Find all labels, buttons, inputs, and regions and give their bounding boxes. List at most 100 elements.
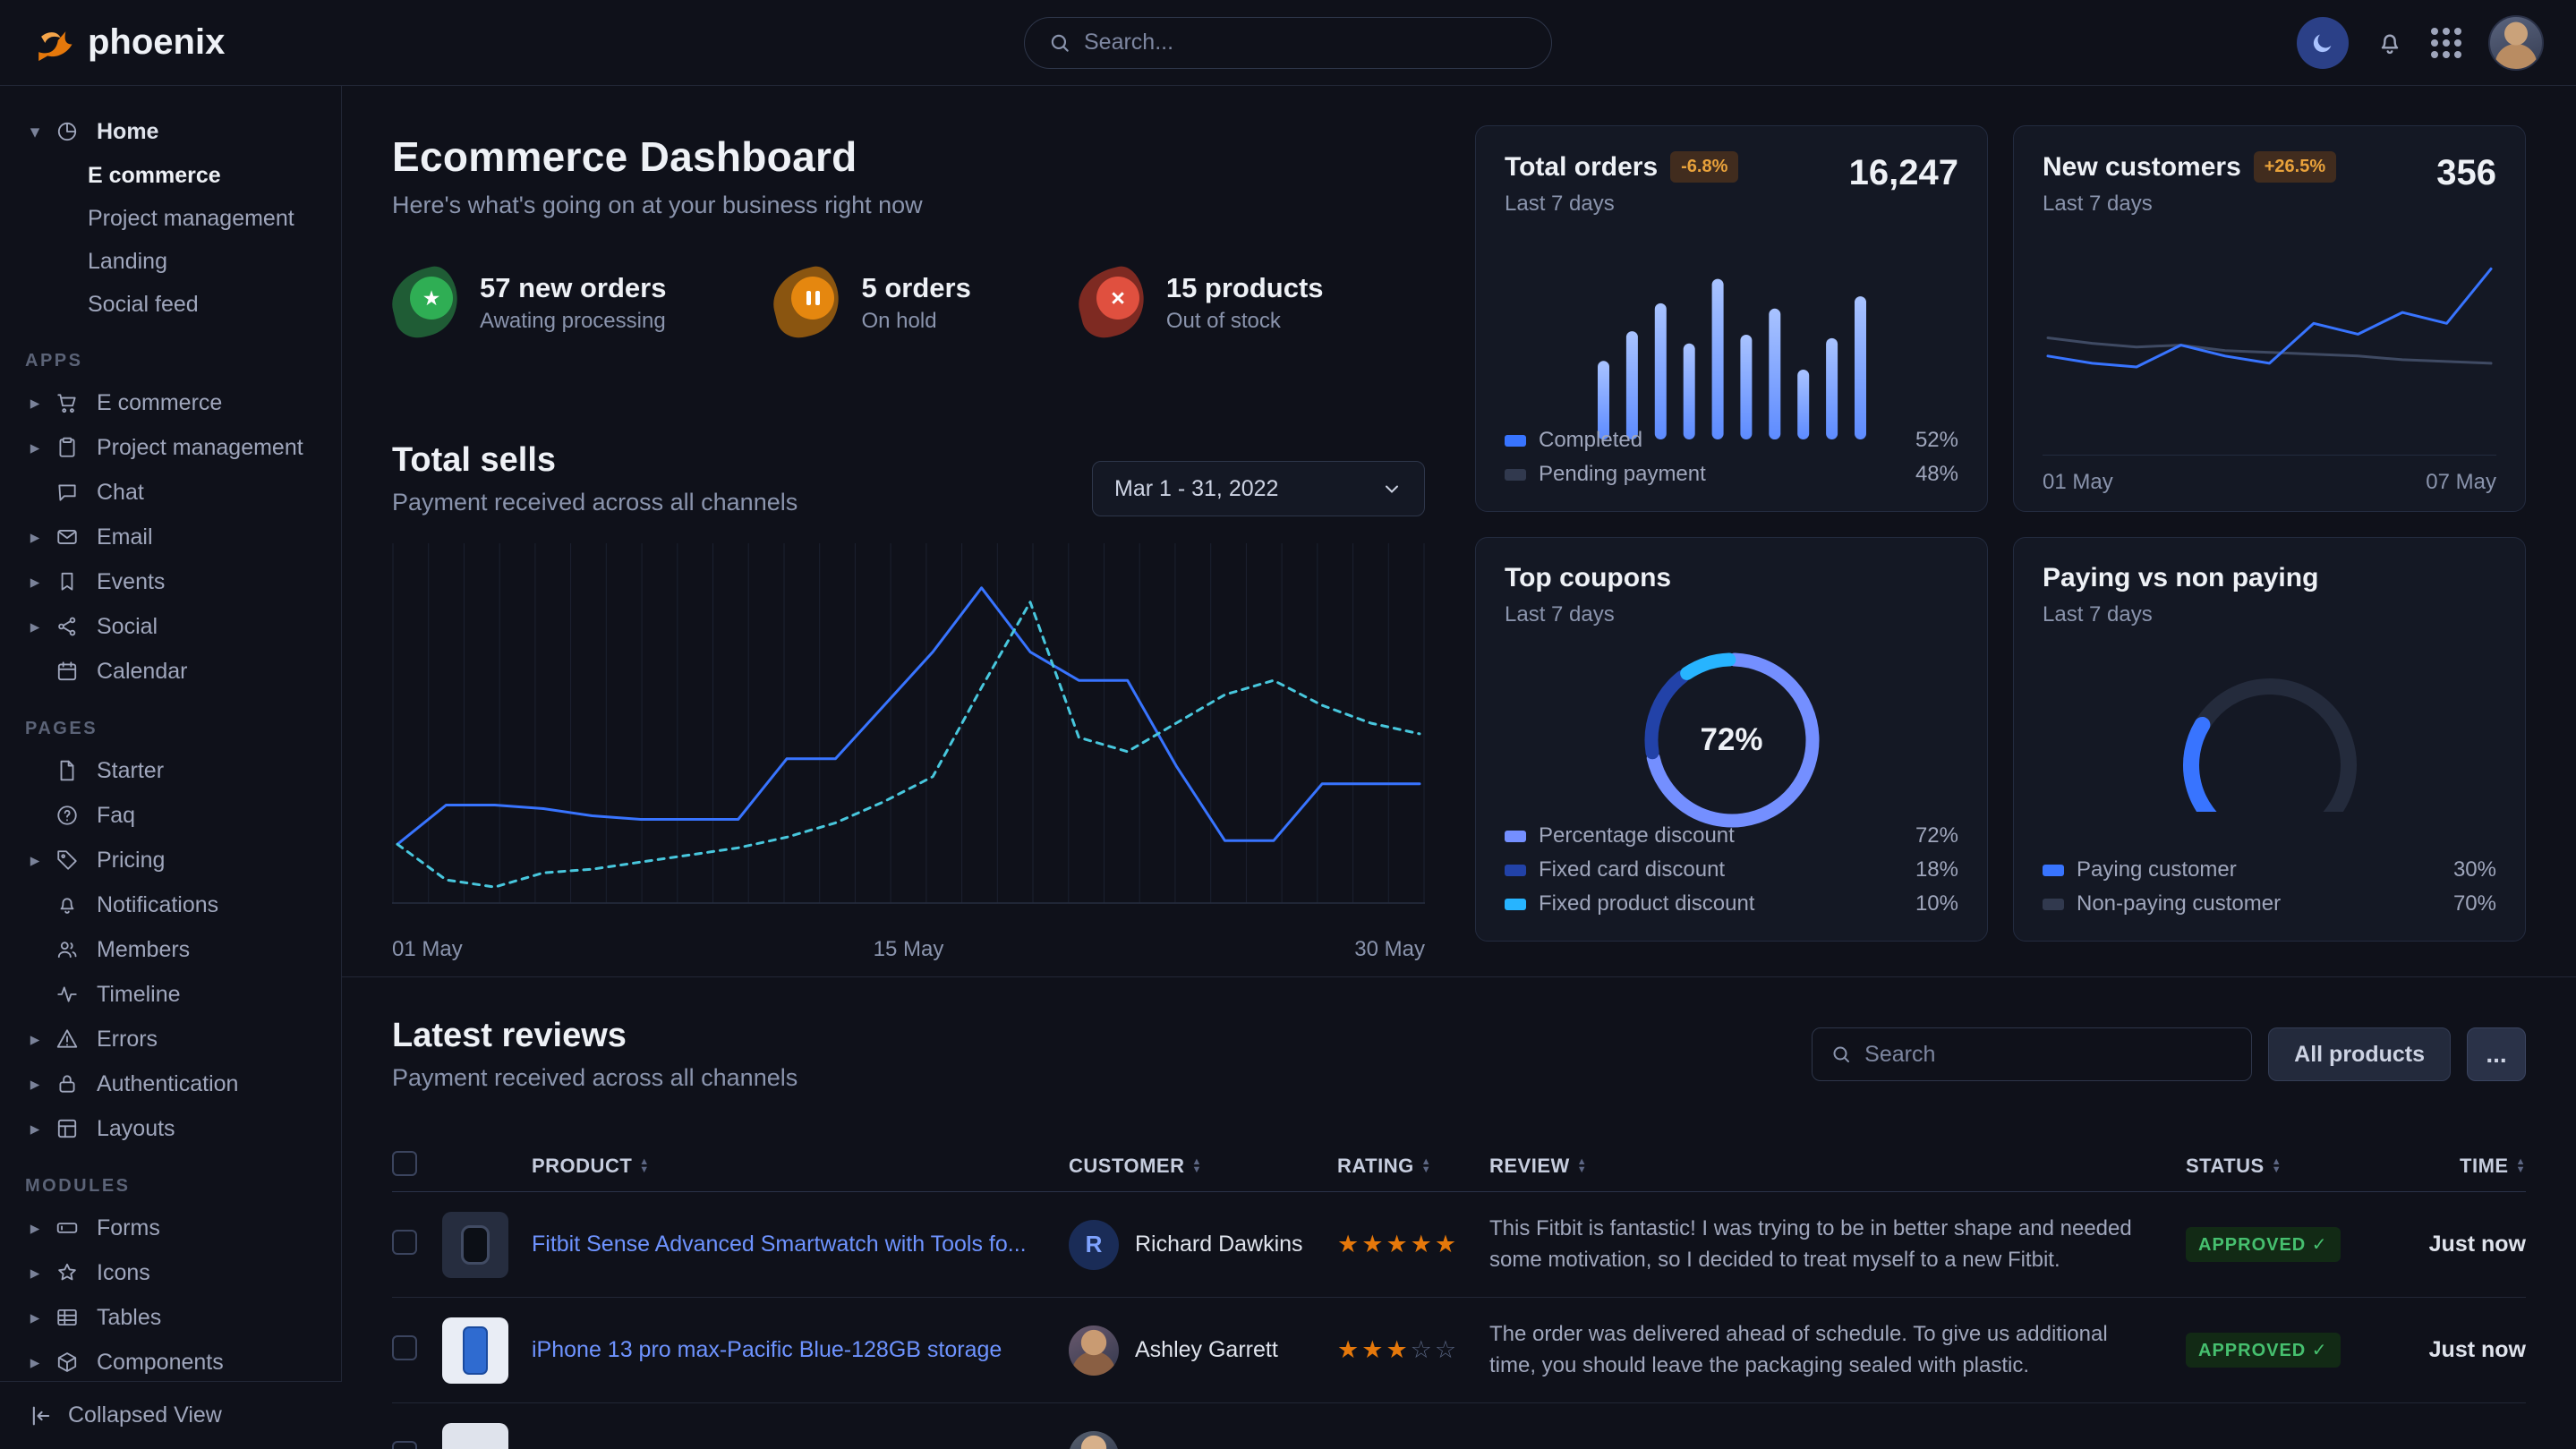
product-image[interactable] — [442, 1317, 508, 1384]
new-customers-x-labels: 01 May07 May — [2043, 455, 2496, 495]
sidebar-item-authentication[interactable]: ▸ Authentication — [16, 1061, 325, 1106]
column-header-rating[interactable]: RATING▲▼ — [1337, 1155, 1489, 1178]
legend-swatch — [1505, 469, 1526, 481]
product-image[interactable] — [442, 1212, 508, 1278]
customer-cell[interactable] — [1069, 1431, 1337, 1449]
notifications-button[interactable] — [2376, 29, 2404, 57]
users-icon — [55, 938, 86, 961]
sidebar-item-icons[interactable]: ▸ Icons — [16, 1250, 325, 1295]
moon-icon — [2310, 30, 2335, 55]
sidebar-item-notifications[interactable]: Notifications — [16, 882, 325, 927]
card-total-orders: Total orders -6.8% Last 7 days 16,247 Co… — [1475, 125, 1988, 512]
customer-cell[interactable]: Ashley Garrett — [1069, 1325, 1337, 1376]
sidebar-item-layouts[interactable]: ▸ Layouts — [16, 1106, 325, 1151]
dashboard-left-column: Ecommerce Dashboard Here's what's going … — [342, 86, 1475, 976]
bell-icon — [55, 893, 86, 916]
product-link[interactable]: Fitbit Sense Advanced Smartwatch with To… — [532, 1232, 1069, 1257]
caret-right-icon: ▸ — [25, 1118, 45, 1140]
sidebar-item-label: Forms — [97, 1215, 160, 1241]
status-badge: APPROVED ✓ — [2186, 1333, 2341, 1368]
navbar-search[interactable] — [1024, 17, 1552, 69]
row-checkbox[interactable] — [392, 1230, 417, 1255]
theme-toggle-button[interactable] — [2297, 17, 2349, 69]
search-icon — [1830, 1044, 1852, 1065]
sidebar-item-members[interactable]: Members — [16, 927, 325, 972]
sidebar-item-pricing[interactable]: ▸ Pricing — [16, 838, 325, 882]
column-header-product[interactable]: PRODUCT▲▼ — [532, 1155, 1069, 1178]
kpi-cards: Total orders -6.8% Last 7 days 16,247 Co… — [1475, 86, 2576, 976]
caret-right-icon: ▸ — [25, 571, 45, 593]
sort-icon: ▲▼ — [1577, 1158, 1587, 1174]
row-checkbox[interactable] — [392, 1335, 417, 1360]
sidebar-item-errors[interactable]: ▸ Errors — [16, 1017, 325, 1061]
grid-icon — [2431, 28, 2461, 58]
sidebar-item-calendar[interactable]: Calendar — [16, 649, 325, 694]
sidebar-item-landing[interactable]: Landing — [16, 240, 325, 283]
customer-cell[interactable]: R Richard Dawkins — [1069, 1220, 1337, 1270]
card-paying-vs-non-paying: Paying vs non paying Last 7 days Paying … — [2013, 537, 2526, 942]
row-checkbox[interactable] — [392, 1441, 417, 1449]
chevron-down-icon — [1381, 478, 1403, 499]
sidebar-item-faq[interactable]: Faq — [16, 793, 325, 838]
date-range-select[interactable]: Mar 1 - 31, 2022 — [1092, 461, 1425, 516]
column-header-review[interactable]: REVIEW▲▼ — [1489, 1155, 2186, 1178]
sidebar-item-e-commerce[interactable]: ▸ E commerce — [16, 380, 325, 425]
sidebar-item-label: Calendar — [97, 659, 187, 685]
total-sells-chart — [392, 540, 1425, 925]
search-icon — [1048, 31, 1071, 55]
sidebar-item-timeline[interactable]: Timeline — [16, 972, 325, 1017]
collapsed-view-toggle[interactable]: Collapsed View — [0, 1381, 342, 1449]
legend-label: Non-paying customer — [2077, 891, 2281, 916]
legend-value: 48% — [1915, 462, 1958, 487]
card-title: Total orders — [1505, 152, 1658, 183]
legend-label: Completed — [1539, 428, 1642, 453]
column-header-time[interactable]: TIME▲▼ — [2392, 1155, 2526, 1178]
sidebar-item-label: Members — [97, 937, 190, 963]
sort-icon: ▲▼ — [1421, 1158, 1431, 1174]
more-options-button[interactable]: ... — [2467, 1027, 2526, 1081]
column-header-customer[interactable]: CUSTOMER▲▼ — [1069, 1155, 1337, 1178]
navbar-search-input[interactable] — [1084, 30, 1528, 55]
sidebar-item-starter[interactable]: Starter — [16, 748, 325, 793]
brand[interactable]: phoenix — [32, 22, 225, 64]
reviews-search[interactable] — [1812, 1027, 2252, 1081]
sidebar-item-components[interactable]: ▸ Components — [16, 1340, 325, 1385]
rating-stars: ★★★★★ — [1337, 1231, 1489, 1258]
select-all-checkbox[interactable] — [392, 1151, 417, 1176]
sort-icon: ▲▼ — [2272, 1158, 2282, 1174]
card-period: Last 7 days — [1505, 192, 1958, 217]
sidebar-item-email[interactable]: ▸ Email — [16, 515, 325, 559]
user-avatar[interactable] — [2488, 15, 2544, 71]
x-badge-icon: × — [1071, 262, 1152, 343]
all-products-button[interactable]: All products — [2268, 1027, 2451, 1081]
sidebar-item-label: Tables — [97, 1305, 161, 1331]
page-title: Ecommerce Dashboard — [392, 132, 1425, 181]
sidebar-item-label: Home — [97, 119, 158, 145]
sidebar-nav: ▾ HomeE commerceProject managementLandin… — [16, 109, 325, 1385]
sidebar-item-chat[interactable]: Chat — [16, 470, 325, 515]
stat-caption: Out of stock — [1166, 309, 1324, 334]
alert-icon — [55, 1027, 86, 1051]
sidebar-item-social[interactable]: ▸ Social — [16, 604, 325, 649]
sidebar-item-project-management[interactable]: Project management — [16, 197, 325, 240]
column-header-status[interactable]: STATUS▲▼ — [2186, 1155, 2392, 1178]
legend-label: Pending payment — [1539, 462, 1706, 487]
x-axis-label: 07 May — [2426, 470, 2496, 495]
caret-right-icon: ▸ — [25, 1073, 45, 1095]
sidebar-item-project-management[interactable]: ▸ Project management — [16, 425, 325, 470]
table-row: Fitbit Sense Advanced Smartwatch with To… — [392, 1192, 2526, 1298]
reviews-search-input[interactable] — [1864, 1042, 2233, 1068]
product-link[interactable]: iPhone 13 pro max-Pacific Blue-128GB sto… — [532, 1337, 1069, 1363]
sidebar-item-e-commerce[interactable]: E commerce — [16, 154, 325, 197]
sidebar-item-forms[interactable]: ▸ Forms — [16, 1206, 325, 1250]
sidebar-item-tables[interactable]: ▸ Tables — [16, 1295, 325, 1340]
product-image[interactable] — [442, 1423, 508, 1449]
sidebar-item-home[interactable]: ▾ Home — [16, 109, 325, 154]
customer-avatar — [1069, 1431, 1119, 1449]
sidebar-item-events[interactable]: ▸ Events — [16, 559, 325, 604]
apps-grid-button[interactable] — [2431, 28, 2461, 58]
pause-badge-icon — [767, 262, 848, 343]
mail-icon — [55, 525, 86, 549]
sidebar-item-label: Errors — [97, 1027, 158, 1053]
sidebar-item-social-feed[interactable]: Social feed — [16, 283, 325, 326]
